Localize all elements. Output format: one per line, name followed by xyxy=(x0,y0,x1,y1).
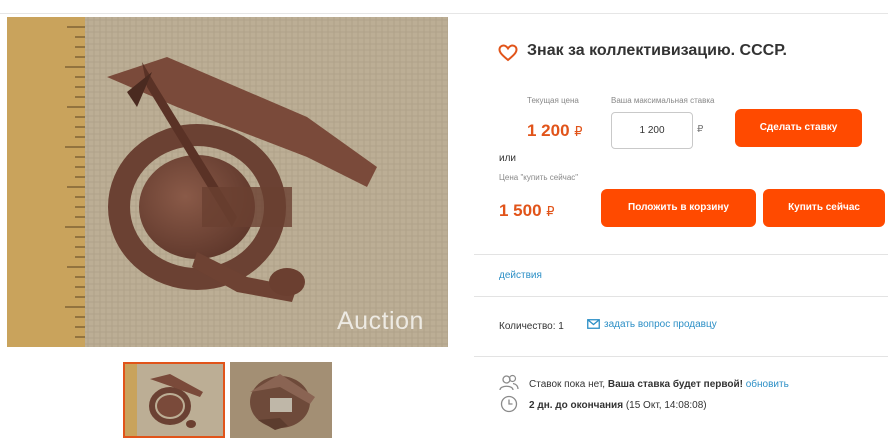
buy-now-price-value: 1 500 xyxy=(499,201,542,220)
ask-seller-label: задать вопрос продавцу xyxy=(604,319,717,330)
main-product-photo[interactable]: Auction xyxy=(7,17,448,347)
time-left-text: 2 дн. до окончания xyxy=(529,400,624,411)
max-bid-input[interactable]: 1 200 xyxy=(611,112,693,149)
current-price-value: 1 200 xyxy=(527,121,570,140)
ask-seller-link[interactable]: задать вопрос продавцу xyxy=(587,319,717,330)
divider xyxy=(474,356,888,357)
quantity-label: Количество: 1 xyxy=(499,321,564,332)
thumbnail-2[interactable] xyxy=(230,362,332,438)
divider xyxy=(474,254,888,255)
current-price-currency: ₽ xyxy=(574,124,583,139)
place-bid-button[interactable]: Сделать ставку xyxy=(735,109,862,147)
buy-now-price: 1 500 ₽ xyxy=(499,201,555,221)
current-price-label: Текущая цена xyxy=(527,96,579,105)
no-bids-text: Ставок пока нет, xyxy=(529,379,606,390)
refresh-link[interactable]: обновить xyxy=(746,379,789,390)
heart-icon[interactable] xyxy=(498,44,518,62)
current-price: 1 200 ₽ xyxy=(527,121,583,141)
add-to-cart-button[interactable]: Положить в корзину xyxy=(601,189,756,227)
divider xyxy=(474,296,888,297)
bid-status-row: Ставок пока нет, Ваша ставка будет перво… xyxy=(499,374,789,392)
max-bid-currency: ₽ xyxy=(697,124,704,135)
badge-photo-image xyxy=(7,17,448,347)
clock-icon xyxy=(499,395,519,413)
max-bid-label: Ваша максимальная ставка xyxy=(611,96,715,105)
envelope-icon xyxy=(587,319,600,329)
first-bid-text: Ваша ставка будет первой! xyxy=(607,379,743,390)
people-icon xyxy=(499,374,519,392)
or-label: или xyxy=(499,153,517,164)
thumbnail-2-image xyxy=(230,362,332,438)
thumbnail-1-image xyxy=(125,364,223,436)
actions-link[interactable]: действия xyxy=(499,270,542,281)
buy-now-button[interactable]: Купить сейчас xyxy=(763,189,885,227)
buy-now-price-label: Цена "купить сейчас" xyxy=(499,173,579,182)
time-left-row: 2 дн. до окончания (15 Окт, 14:08:08) xyxy=(499,395,707,413)
thumbnail-1-selected[interactable] xyxy=(123,362,225,438)
buy-now-price-currency: ₽ xyxy=(546,204,555,219)
product-title: Знак за коллективизацию. СССР. xyxy=(527,42,787,59)
top-border xyxy=(0,0,888,14)
photo-watermark: Auction xyxy=(337,307,424,335)
auction-end-date: (15 Окт, 14:08:08) xyxy=(625,400,707,411)
